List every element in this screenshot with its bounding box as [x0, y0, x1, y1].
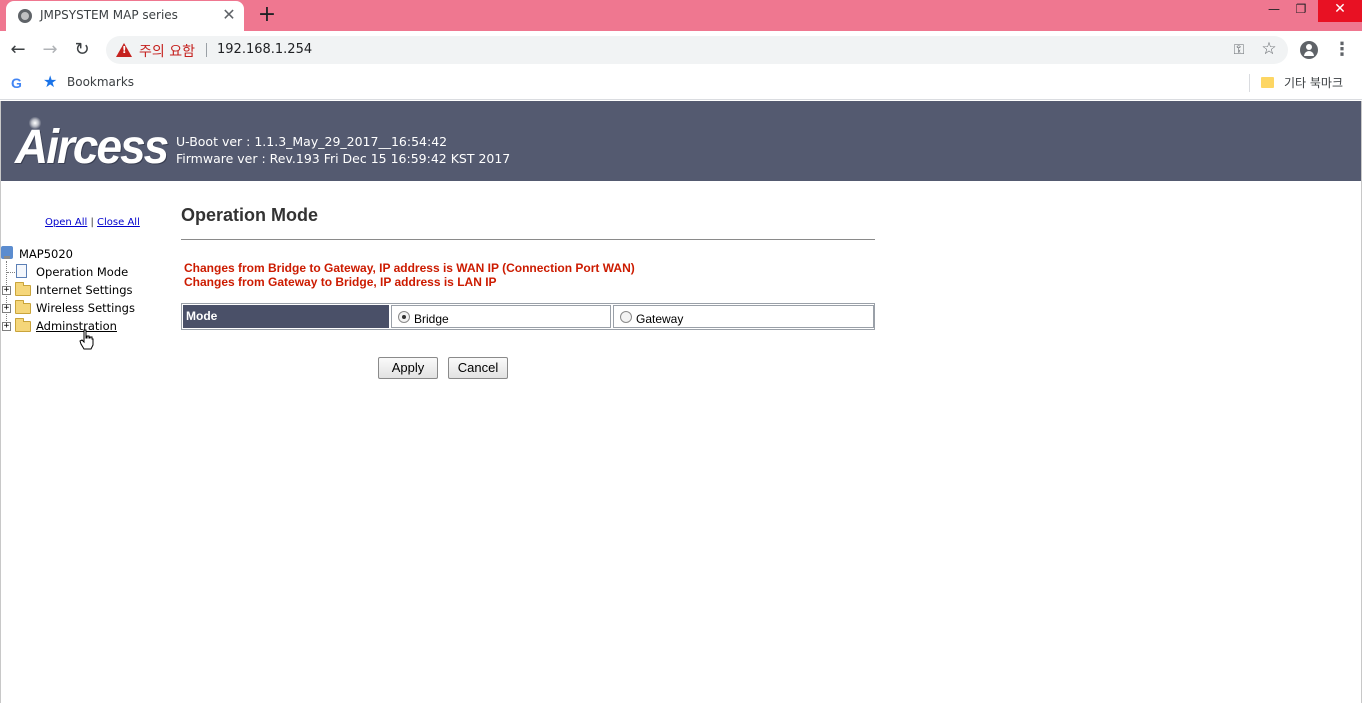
- google-icon[interactable]: G: [11, 75, 22, 91]
- folder-icon[interactable]: [1261, 77, 1274, 88]
- bridge-radio[interactable]: [398, 311, 410, 323]
- new-tab-button[interactable]: +: [256, 3, 278, 27]
- back-button[interactable]: ←: [6, 38, 30, 62]
- maximize-button[interactable]: ❐: [1286, 0, 1316, 22]
- hand-cursor-icon: [79, 329, 94, 350]
- bookmarks-separator: [1249, 74, 1250, 92]
- router-admin-page: Aircess U-Boot ver : 1.1.3_May_29_2017__…: [0, 101, 1362, 703]
- expand-icon[interactable]: +: [2, 322, 11, 331]
- other-bookmarks-link[interactable]: 기타 북마크: [1284, 74, 1343, 91]
- browser-toolbar: ← → ↻ 주의 요함 192.168.1.254 ⚿ ☆ ⋮: [0, 31, 1362, 69]
- notice-text: Changes from Bridge to Gateway, IP addre…: [184, 261, 635, 275]
- warning-icon[interactable]: [116, 43, 132, 57]
- tree-root[interactable]: MAP5020: [1, 245, 171, 263]
- sidebar-item-label[interactable]: Adminstration: [36, 319, 117, 333]
- tree-root-label[interactable]: MAP5020: [19, 247, 73, 261]
- profile-icon[interactable]: [1300, 41, 1318, 59]
- mode-label-cell: Mode: [183, 305, 389, 328]
- key-icon[interactable]: ⚿: [1230, 41, 1248, 59]
- bookmarks-bar: G ★ Bookmarks 기타 북마크: [0, 69, 1362, 100]
- computer-icon: [1, 246, 13, 259]
- url-text[interactable]: 192.168.1.254: [217, 42, 312, 57]
- minimize-button[interactable]: —: [1259, 0, 1289, 22]
- sidebar-item-operation-mode[interactable]: Operation Mode: [1, 263, 171, 281]
- expand-icon[interactable]: +: [2, 286, 11, 295]
- folder-icon: [15, 300, 31, 314]
- uboot-version: U-Boot ver : 1.1.3_May_29_2017__16:54:42: [176, 134, 448, 149]
- gateway-option[interactable]: Gateway: [613, 305, 874, 328]
- page-icon: [16, 264, 27, 278]
- tab-title: JMPSYSTEM MAP series: [40, 8, 178, 22]
- cancel-button[interactable]: Cancel: [448, 357, 508, 379]
- tree-connector: [7, 272, 15, 273]
- expand-icon[interactable]: +: [2, 304, 11, 313]
- tree-controls: Open All | Close All: [45, 217, 140, 228]
- globe-icon: [18, 9, 32, 23]
- browser-window: JMPSYSTEM MAP series ✕ + — ❐ ✕ ← → ↻ 주의 …: [0, 0, 1362, 703]
- apply-button[interactable]: Apply: [378, 357, 438, 379]
- tab-strip: JMPSYSTEM MAP series ✕ + — ❐ ✕: [0, 0, 1362, 31]
- close-window-button[interactable]: ✕: [1318, 0, 1362, 22]
- sidebar-item-label[interactable]: Operation Mode: [36, 265, 128, 279]
- header-banner: Aircess U-Boot ver : 1.1.3_May_29_2017__…: [1, 101, 1361, 181]
- bridge-label[interactable]: Bridge: [414, 312, 449, 326]
- sidebar-item-label[interactable]: Wireless Settings: [36, 301, 135, 315]
- mode-label: Mode: [186, 309, 218, 323]
- address-separator: [206, 43, 207, 57]
- title-divider: [181, 239, 875, 240]
- address-bar[interactable]: 주의 요함 192.168.1.254 ⚿ ☆: [106, 36, 1288, 64]
- security-status[interactable]: 주의 요함: [139, 41, 195, 61]
- folder-icon: [15, 318, 31, 332]
- bookmarks-star-icon[interactable]: ★: [43, 72, 57, 91]
- open-all-link[interactable]: Open All: [45, 217, 87, 228]
- sidebar-item-wireless-settings[interactable]: + Wireless Settings: [1, 299, 171, 317]
- menu-icon[interactable]: ⋮: [1333, 38, 1351, 62]
- firmware-version: Firmware ver : Rev.193 Fri Dec 15 16:59:…: [176, 151, 511, 166]
- reload-button[interactable]: ↻: [70, 38, 94, 62]
- sidebar-item-internet-settings[interactable]: + Internet Settings: [1, 281, 171, 299]
- tree-controls-separator: |: [90, 217, 94, 228]
- bookmark-star-icon[interactable]: ☆: [1260, 40, 1278, 58]
- bookmarks-link[interactable]: Bookmarks: [67, 75, 134, 89]
- gateway-radio[interactable]: [620, 311, 632, 323]
- bridge-option[interactable]: Bridge: [391, 305, 611, 328]
- folder-icon: [15, 282, 31, 296]
- notice-text: Changes from Gateway to Bridge, IP addre…: [184, 275, 497, 289]
- browser-tab[interactable]: JMPSYSTEM MAP series ✕: [6, 1, 244, 31]
- mode-table: Mode Bridge Gateway: [181, 303, 875, 330]
- forward-button[interactable]: →: [38, 38, 62, 62]
- sidebar-item-label[interactable]: Internet Settings: [36, 283, 133, 297]
- page-title: Operation Mode: [181, 205, 319, 225]
- close-tab-icon[interactable]: ✕: [220, 6, 238, 24]
- close-all-link[interactable]: Close All: [97, 217, 140, 228]
- logo-flare-icon: [29, 117, 41, 129]
- gateway-label[interactable]: Gateway: [636, 312, 683, 326]
